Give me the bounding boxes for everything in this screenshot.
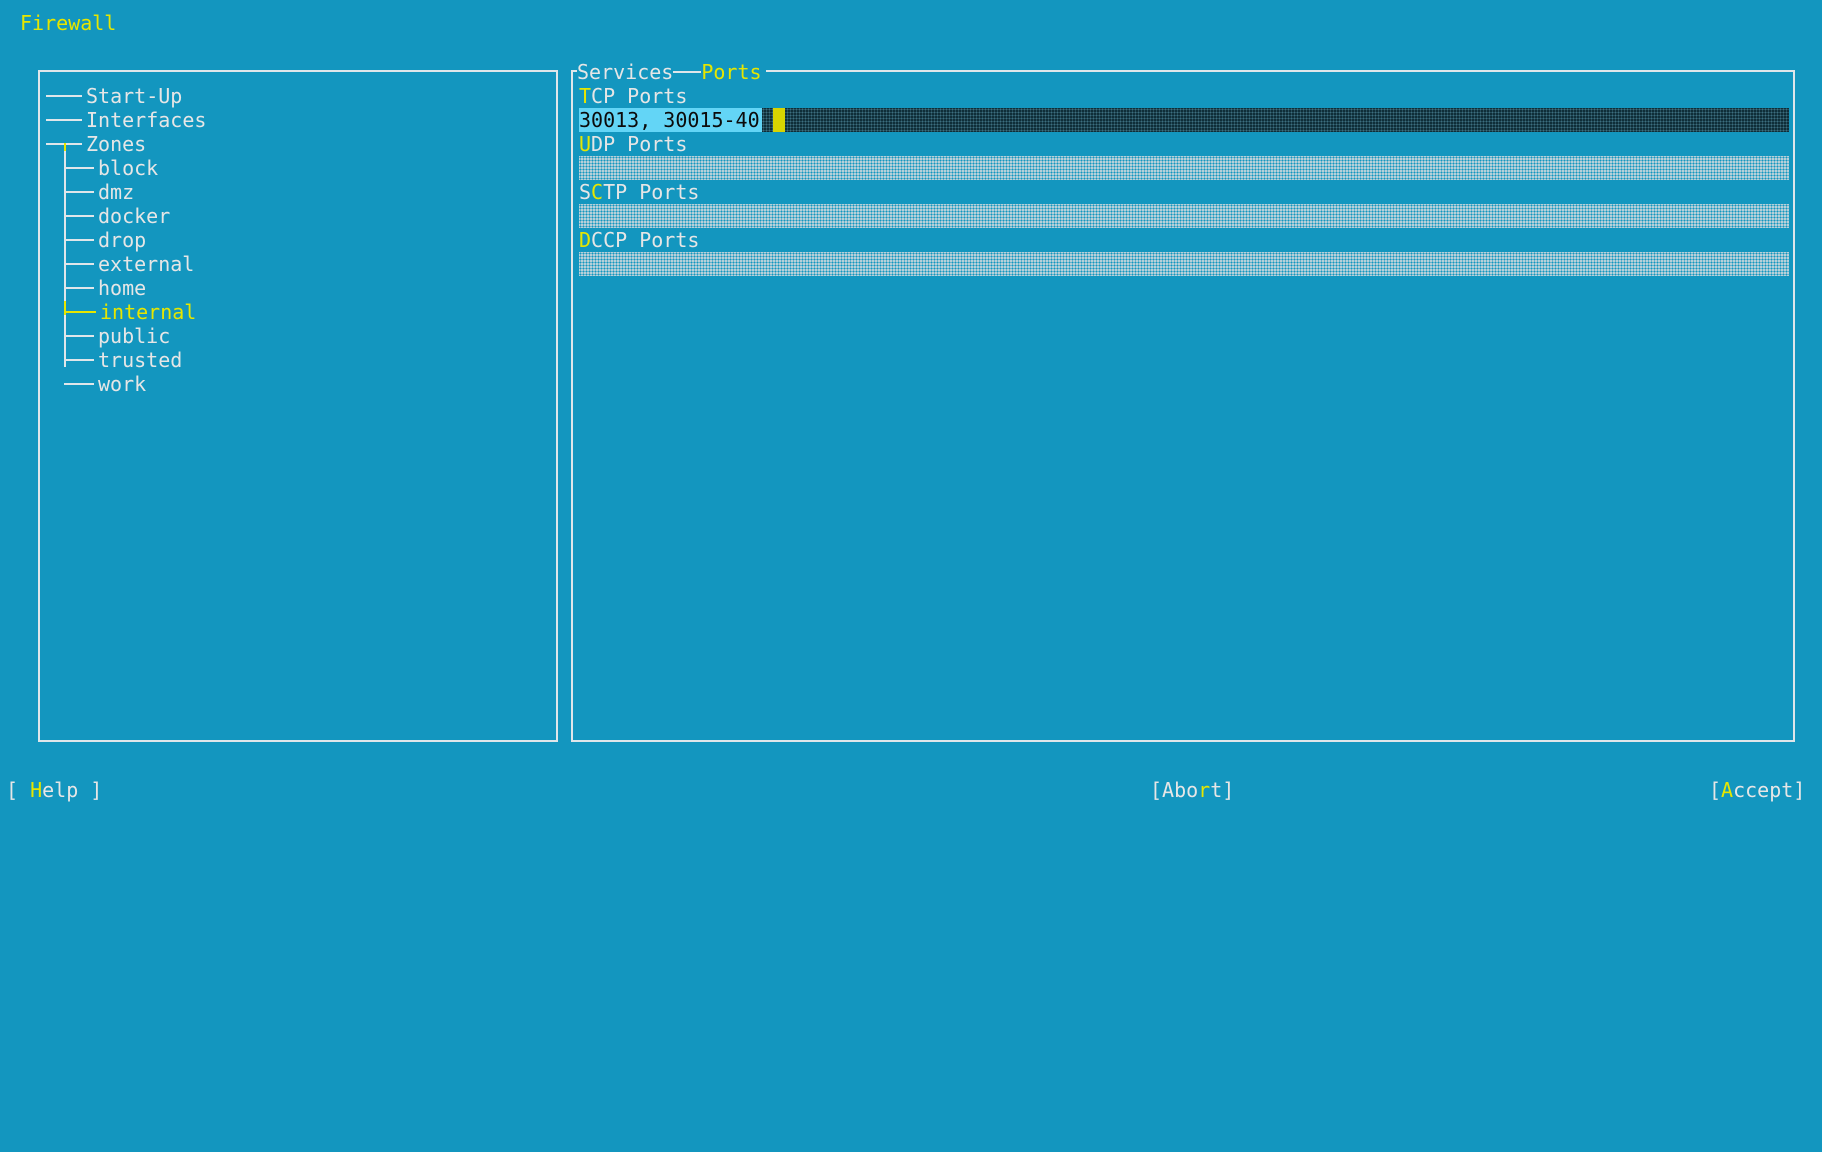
tree-connector — [64, 335, 94, 337]
ports-panel: Services Ports TCP Ports 30013, 30015-40 … — [571, 60, 1795, 742]
tree-item-trusted[interactable]: trusted — [98, 348, 182, 372]
navigation-tree-panel: Start-Up Interfaces Zones block dmz dock… — [38, 70, 558, 742]
tree-trunk-selected — [64, 301, 66, 315]
help-button[interactable]: [ Help ] — [6, 778, 102, 802]
tree-item-interfaces[interactable]: Interfaces — [86, 108, 206, 132]
tree-item-dmz[interactable]: dmz — [98, 180, 134, 204]
tree-item-docker[interactable]: docker — [98, 204, 170, 228]
dccp-ports-label: DCCP Ports — [579, 228, 700, 252]
text-cursor — [773, 108, 785, 132]
tree-item-external[interactable]: external — [98, 252, 194, 276]
tree-connector — [64, 263, 94, 265]
tree-item-block[interactable]: block — [98, 156, 158, 180]
abort-button[interactable]: [Abort] — [1150, 778, 1234, 802]
tree-connector — [46, 95, 82, 97]
udp-ports-label: UDP Ports — [579, 132, 688, 156]
tree-connector — [64, 239, 94, 241]
accept-button[interactable]: [Accept] — [1709, 778, 1805, 802]
sctp-ports-input[interactable] — [579, 204, 1789, 228]
tab-services[interactable]: Services — [577, 60, 673, 84]
tcp-ports-value: 30013, 30015-40 — [579, 108, 762, 132]
tree-connector-selected — [64, 311, 96, 313]
tree-item-work[interactable]: work — [98, 372, 146, 396]
tree-connector — [64, 191, 94, 193]
tree-item-home[interactable]: home — [98, 276, 146, 300]
tree-connector — [46, 119, 82, 121]
tcp-ports-label: TCP Ports — [579, 84, 688, 108]
tcp-ports-input[interactable]: 30013, 30015-40 — [579, 108, 1789, 132]
tree-connector — [64, 383, 94, 385]
tree-connector — [64, 359, 94, 361]
udp-ports-input[interactable] — [579, 156, 1789, 180]
sctp-ports-label: SCTP Ports — [579, 180, 700, 204]
tab-strip: Services Ports — [577, 60, 766, 84]
tab-separator — [673, 71, 702, 73]
tree-expander — [64, 143, 66, 151]
tab-ports[interactable]: Ports — [701, 60, 761, 84]
tree-item-internal[interactable]: internal — [100, 300, 196, 324]
tree-item-public[interactable]: public — [98, 324, 170, 348]
tree-item-zones[interactable]: Zones — [86, 132, 146, 156]
tree-connector — [64, 287, 94, 289]
dccp-ports-input[interactable] — [579, 252, 1789, 276]
tree-item-startup[interactable]: Start-Up — [86, 84, 182, 108]
tree-item-drop[interactable]: drop — [98, 228, 146, 252]
tree-connector — [64, 167, 94, 169]
app-title: Firewall — [20, 11, 117, 35]
tree-connector — [64, 215, 94, 217]
